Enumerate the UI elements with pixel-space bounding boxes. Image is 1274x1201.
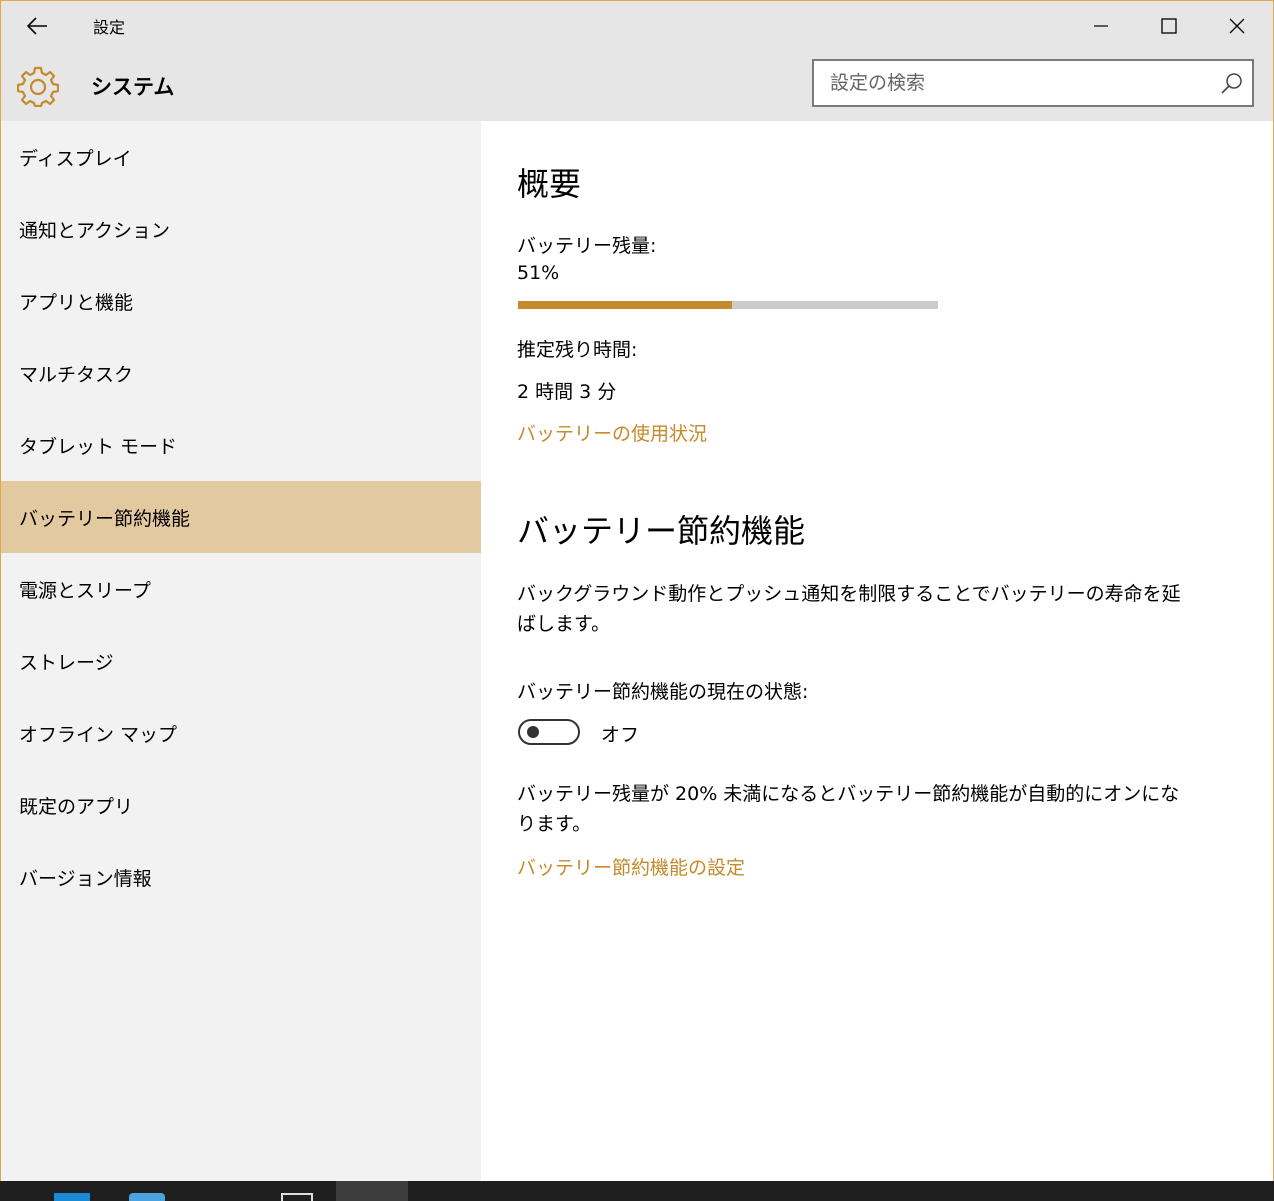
close-icon [1229, 18, 1245, 34]
back-button[interactable] [15, 7, 59, 45]
taskbar-app-icon[interactable] [281, 1193, 313, 1201]
battery-saver-toggle[interactable] [518, 719, 580, 745]
sidebar-item-label: バージョン情報 [19, 867, 152, 890]
page-title: システム [91, 75, 175, 99]
maximize-icon [1161, 18, 1177, 34]
search-input[interactable] [814, 61, 1220, 105]
sidebar-item-battery-saver[interactable]: バッテリー節約機能 [1, 481, 481, 553]
main-content: 概要 バッテリー残量: 51% 推定残り時間: 2 時間 3 分 バッテリーの使… [517, 121, 1237, 1182]
taskbar [0, 1181, 1274, 1201]
sidebar-item-label: オフライン マップ [19, 723, 178, 746]
sidebar-item-label: ディスプレイ [19, 147, 132, 170]
sidebar-item-label: 通知とアクション [19, 219, 171, 242]
battery-progress-fill [518, 301, 733, 309]
settings-window: 設定 システム 設定の検索 ディスプレイ 通知とアクション アプリと機能 マルチ… [0, 0, 1274, 1182]
close-button[interactable] [1203, 1, 1271, 51]
sidebar-item-label: ストレージ [19, 651, 114, 674]
taskbar-app-icon[interactable] [129, 1193, 165, 1201]
sidebar-item-label: マルチタスク [19, 363, 134, 386]
minimize-button[interactable] [1067, 1, 1135, 51]
sidebar-item-tablet-mode[interactable]: タブレット モード [1, 409, 481, 481]
sidebar-item-default-apps[interactable]: 既定のアプリ [1, 769, 481, 841]
sidebar-item-label: タブレット モード [19, 435, 178, 458]
sidebar-item-offline-maps[interactable]: オフライン マップ [1, 697, 481, 769]
toggle-knob [527, 726, 539, 738]
remaining-time-label: 推定残り時間: [517, 339, 638, 361]
title-bar: 設定 [1, 1, 1273, 51]
battery-saver-settings-link[interactable]: バッテリー節約機能の設定 [517, 853, 745, 880]
overview-heading: 概要 [517, 165, 582, 203]
gear-icon [17, 66, 59, 107]
sidebar-item-multitasking[interactable]: マルチタスク [1, 337, 481, 409]
sidebar-item-apps[interactable]: アプリと機能 [1, 265, 481, 337]
arrow-left-icon [26, 17, 47, 35]
minimize-icon [1094, 25, 1108, 27]
window-title: 設定 [93, 18, 126, 37]
sidebar-item-notifications[interactable]: 通知とアクション [1, 193, 481, 265]
battery-saver-status-label: バッテリー節約機能の現在の状態: [517, 681, 809, 703]
search-icon[interactable] [1220, 71, 1244, 95]
battery-saver-auto-note: バッテリー残量が 20% 未満になるとバッテリー節約機能が自動的にオンになります… [517, 783, 1180, 835]
sidebar-item-storage[interactable]: ストレージ [1, 625, 481, 697]
battery-usage-link[interactable]: バッテリーの使用状況 [517, 419, 707, 446]
sidebar-item-power-sleep[interactable]: 電源とスリープ [1, 553, 481, 625]
sidebar: ディスプレイ 通知とアクション アプリと機能 マルチタスク タブレット モード … [1, 121, 481, 1182]
sidebar-item-label: バッテリー節約機能 [19, 507, 191, 530]
sidebar-item-about[interactable]: バージョン情報 [1, 841, 481, 913]
battery-saver-toggle-state: オフ [601, 724, 640, 746]
battery-saver-description: バックグラウンド動作とプッシュ通知を制限することでバッテリーの寿命を延ばします。 [517, 583, 1181, 635]
battery-progress-bar [518, 301, 938, 309]
sidebar-item-label: アプリと機能 [19, 291, 134, 314]
maximize-button[interactable] [1135, 1, 1203, 51]
taskbar-settings-icon[interactable] [336, 1181, 408, 1201]
taskbar-app-icon[interactable] [54, 1193, 90, 1201]
battery-saver-heading: バッテリー節約機能 [517, 512, 806, 550]
battery-level-label: バッテリー残量: [517, 235, 657, 257]
sidebar-item-label: 電源とスリープ [19, 579, 151, 602]
sidebar-item-display[interactable]: ディスプレイ [1, 121, 481, 193]
remaining-time-value: 2 時間 3 分 [517, 381, 617, 403]
sidebar-item-label: 既定のアプリ [19, 795, 134, 818]
battery-level-value: 51% [517, 262, 560, 284]
search-box [812, 59, 1254, 107]
page-header: システム [1, 51, 1273, 121]
